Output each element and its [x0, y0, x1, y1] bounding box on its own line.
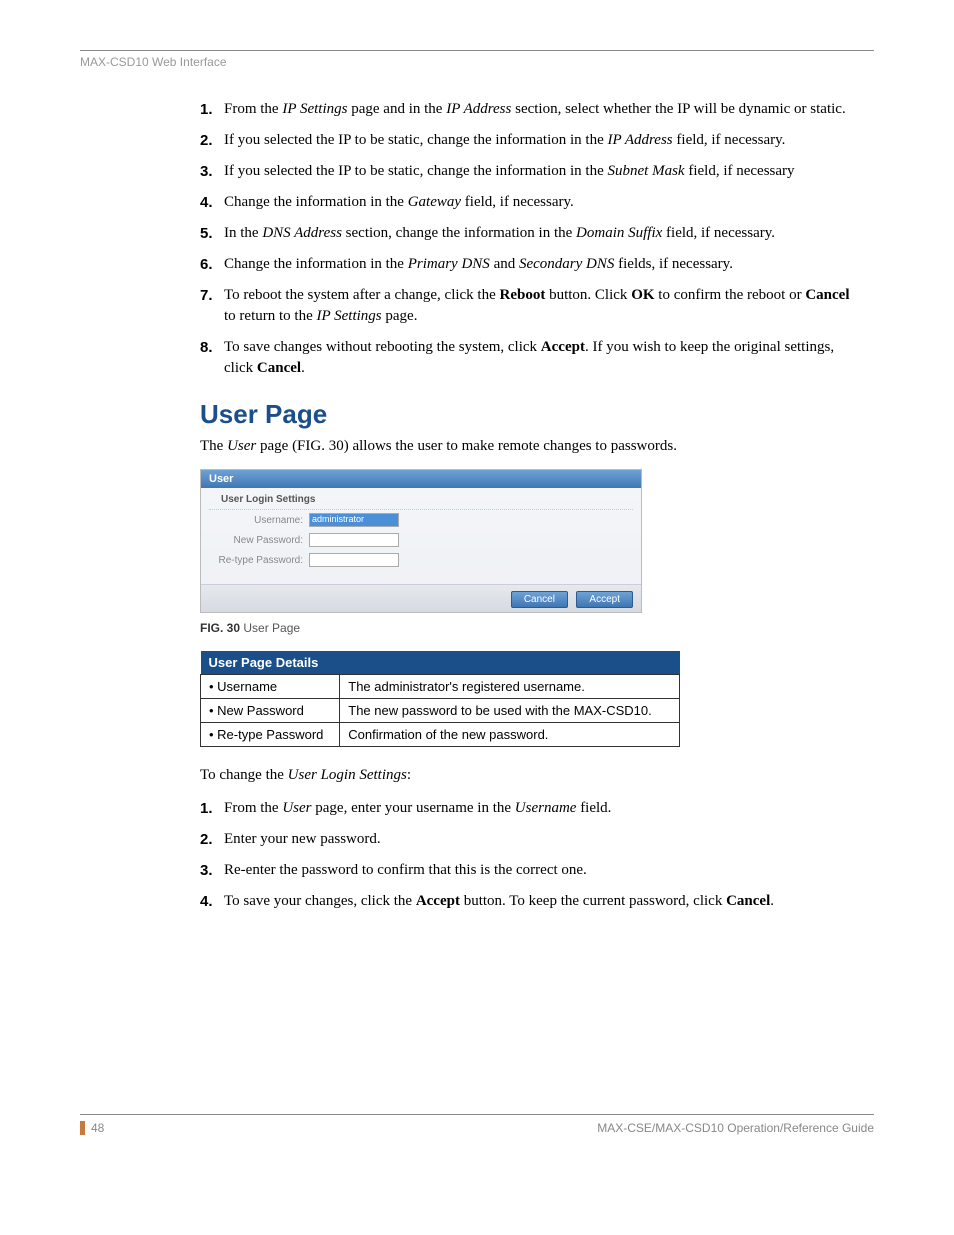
section-heading: User Page — [200, 399, 854, 430]
step-num: 2. — [200, 130, 224, 151]
step-body: If you selected the IP to be static, cha… — [224, 130, 854, 151]
step-body: To save changes without rebooting the sy… — [224, 337, 854, 379]
step-num: 7. — [200, 285, 224, 327]
step-body: To save your changes, click the Accept b… — [224, 891, 854, 912]
table-row: • UsernameThe administrator's registered… — [201, 675, 680, 699]
step-num: 3. — [200, 860, 224, 881]
running-header: MAX-CSD10 Web Interface — [80, 55, 874, 69]
retype-password-field[interactable] — [309, 553, 399, 567]
page-number: 48 — [91, 1121, 104, 1135]
username-field[interactable]: administrator — [309, 513, 399, 527]
figure-label: New Password: — [213, 535, 309, 546]
step-body: To reboot the system after a change, cli… — [224, 285, 854, 327]
figure-caption: FIG. 30 User Page — [200, 621, 854, 635]
new-password-field[interactable] — [309, 533, 399, 547]
step-body: From the IP Settings page and in the IP … — [224, 99, 854, 120]
section-intro: The User page (FIG. 30) allows the user … — [200, 436, 854, 457]
figure-titlebar: User — [201, 470, 641, 488]
step-num: 8. — [200, 337, 224, 379]
accept-button[interactable]: Accept — [576, 591, 633, 608]
figure-label: Username: — [213, 515, 309, 526]
cancel-button[interactable]: Cancel — [511, 591, 568, 608]
step-body: Re-enter the password to confirm that th… — [224, 860, 854, 881]
table-row: • Re-type PasswordConfirmation of the ne… — [201, 723, 680, 747]
step-body: Change the information in the Primary DN… — [224, 254, 854, 275]
step-body: Change the information in the Gateway fi… — [224, 192, 854, 213]
step-num: 5. — [200, 223, 224, 244]
step-num: 6. — [200, 254, 224, 275]
page-footer: 48 MAX-CSE/MAX-CSD10 Operation/Reference… — [80, 1114, 874, 1135]
step-num: 1. — [200, 99, 224, 120]
step-body: From the User page, enter your username … — [224, 798, 854, 819]
figure-user-page: User User Login Settings Username:admini… — [200, 469, 642, 613]
ip-steps-list: 1.From the IP Settings page and in the I… — [200, 99, 854, 379]
footer-accent-bar — [80, 1121, 85, 1135]
step-body: If you selected the IP to be static, cha… — [224, 161, 854, 182]
step-num: 4. — [200, 891, 224, 912]
step-num: 1. — [200, 798, 224, 819]
table-header: User Page Details — [201, 651, 680, 675]
step-num: 3. — [200, 161, 224, 182]
footer-guide-title: MAX-CSE/MAX-CSD10 Operation/Reference Gu… — [597, 1121, 874, 1135]
step-num: 4. — [200, 192, 224, 213]
user-page-details-table: User Page Details • UsernameThe administ… — [200, 651, 680, 747]
figure-subhead: User Login Settings — [209, 488, 633, 510]
figure-label: Re-type Password: — [213, 555, 309, 566]
step-num: 2. — [200, 829, 224, 850]
table-row: • New PasswordThe new password to be use… — [201, 699, 680, 723]
step-body: Enter your new password. — [224, 829, 854, 850]
step-body: In the DNS Address section, change the i… — [224, 223, 854, 244]
user-login-steps-list: 1.From the User page, enter your usernam… — [200, 798, 854, 912]
change-intro: To change the User Login Settings: — [200, 765, 854, 786]
